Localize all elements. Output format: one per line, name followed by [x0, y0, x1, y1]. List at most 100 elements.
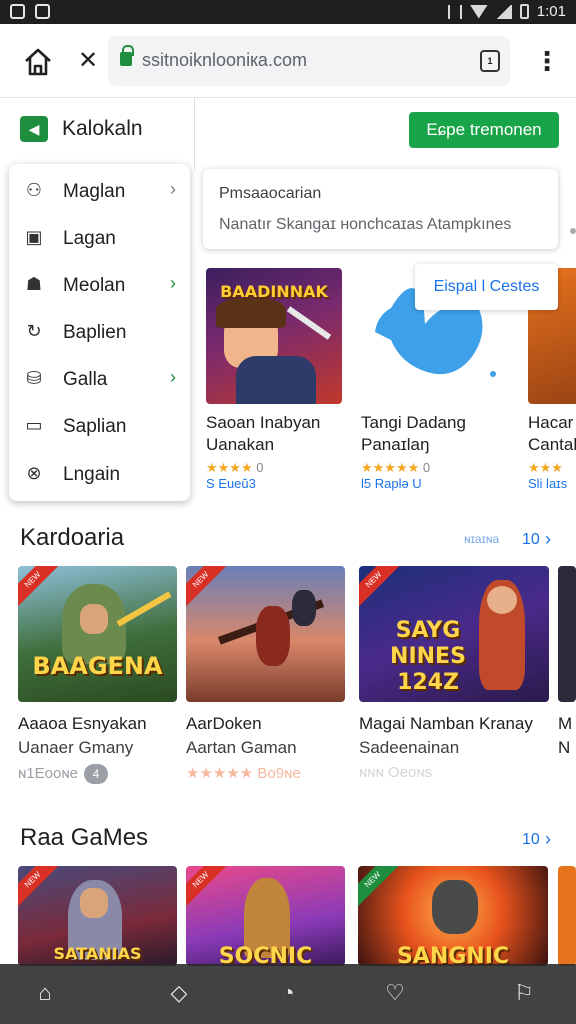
app-name: Hacar — [528, 413, 574, 432]
chevron-right-icon: › — [170, 273, 176, 293]
bell-icon[interactable]: ◔ — [275, 980, 301, 1006]
art-title: SANGNIC — [396, 944, 510, 966]
menu-item-4[interactable]: ↻ Baplien — [9, 310, 190, 354]
menu-item-3[interactable]: ☗ Meolan › — [9, 263, 190, 307]
chevron-right-icon[interactable]: › — [545, 829, 551, 850]
refresh-icon: ↻ — [26, 321, 42, 341]
game-card-8[interactable] — [558, 866, 576, 966]
app-name-2: Panaɪlaŋ — [361, 435, 430, 454]
section-more-count[interactable]: 10 — [522, 531, 540, 549]
status-bar: 1:01 — [0, 0, 576, 24]
nav-menu: ⚇ Maglan › ▣ Lagan ☗ Meolan › ↻ Baplien … — [9, 164, 190, 501]
new-ribbon: NEW — [18, 866, 60, 907]
game-meta-text: ɴ1Eooɴe — [18, 765, 78, 782]
art-title: BAADINNAK — [220, 282, 328, 301]
app-artwork: BAADINNAK — [206, 268, 342, 404]
game-artwork: NEW SAYG NINES 124Z — [359, 566, 549, 702]
lock-icon — [120, 45, 134, 66]
app-rating: ★★★★ 0 — [206, 460, 342, 476]
game-title: M — [558, 714, 573, 733]
group-icon: ☗ — [25, 274, 43, 294]
game-card-4[interactable]: M N — [558, 566, 576, 760]
suggestion-title: Pmsaaocarian — [219, 185, 322, 202]
menu-item-label: Meolan — [63, 275, 126, 296]
home-icon[interactable]: ⌂ — [32, 980, 58, 1006]
game-subtitle: N — [558, 738, 571, 757]
featured-app-1[interactable]: BAADINNAK Saoan Inabyan Uanakan ★★★★ 0 S… — [206, 268, 342, 491]
section-title: Kardoaria — [20, 524, 125, 551]
game-artwork: NEW BAAGENA — [18, 566, 177, 702]
game-meta: ★★★★★ Bo9ɴe — [186, 765, 301, 782]
brand-logo-icon: ◀ — [20, 116, 48, 142]
vibrate-icon — [447, 4, 462, 19]
new-ribbon: NEW — [359, 566, 401, 607]
game-card-5[interactable]: NEW SATANIAS — [18, 866, 177, 966]
game-card-3[interactable]: NEW SAYG NINES 124Z Magai Namban Kranay … — [359, 566, 549, 781]
game-subtitle: Sadeenainan — [359, 738, 460, 757]
more-options-icon[interactable]: ⋮ — [534, 48, 560, 76]
site-brand[interactable]: ◀ Kalokaln — [20, 116, 143, 142]
calendar-icon: ▣ — [25, 227, 43, 247]
app-subtitle: Sli laɪs — [528, 476, 568, 491]
rating-stars: ★★★★★ — [361, 460, 420, 475]
dot — [570, 228, 576, 234]
home-icon[interactable] — [22, 46, 54, 78]
tabs-icon[interactable]: 1 — [480, 50, 500, 72]
app-name: Tangi Dadang — [361, 413, 466, 432]
game-meta: ɴ1Eooɴe 4 — [18, 764, 177, 784]
menu-item-6[interactable]: ▭ Saplian — [9, 404, 190, 448]
app-name-2: Uanakan — [206, 435, 275, 454]
cta-button[interactable]: Eɕpe tremonen — [409, 112, 559, 148]
signal-icon — [495, 4, 512, 19]
card-icon: ▭ — [25, 415, 43, 435]
art-title: SAYG NINES 124Z — [390, 618, 466, 695]
flag-icon[interactable]: ⚐ — [511, 980, 537, 1006]
chevron-right-icon[interactable]: › — [545, 529, 551, 550]
new-ribbon: NEW — [186, 566, 228, 607]
app-rating: ★★★★★ 0 — [361, 460, 497, 476]
search-suggestions[interactable]: Pmsaaocarian Nanatır Skangaɪ ʜonchcaɪas … — [203, 169, 558, 249]
person-icon: ⚇ — [25, 180, 43, 200]
special-offers-button[interactable]: Eispal l Cestes — [415, 264, 558, 310]
game-card-6[interactable]: NEW SOCNIC — [186, 866, 345, 966]
section-more-count[interactable]: 10 — [522, 831, 540, 849]
section-more-label[interactable]: ɴɪaɪɴa — [464, 532, 499, 546]
brand-name: Kalokaln — [62, 117, 143, 140]
chevron-right-icon: › — [170, 179, 176, 199]
rating-count: 0 — [256, 460, 264, 475]
game-artwork — [558, 566, 576, 702]
notification-icon — [10, 4, 25, 19]
url-bar[interactable]: ssitnoiknlooniкa.com 1 — [108, 36, 510, 86]
close-icon[interactable]: ✕ — [74, 46, 102, 76]
image-notification-icon — [35, 4, 50, 19]
art-title: BAAGENA — [32, 652, 163, 680]
menu-item-label: Maglan — [63, 181, 126, 202]
game-card-2[interactable]: NEW AarDoken Aartan Gaman ★★★★★ Bo9ɴe — [186, 566, 345, 782]
suggestion-terms[interactable]: Nanatır Skangaɪ ʜonchcaɪas Atampkınes — [219, 216, 511, 234]
menu-item-7[interactable]: ⊗ Lngain — [9, 452, 190, 496]
game-title: Magai Namban Kranay — [359, 714, 533, 733]
art-title: SATANIAS — [53, 944, 142, 963]
menu-item-2[interactable]: ▣ Lagan — [9, 216, 190, 260]
app-subtitle: l5 Raplǝ U — [361, 476, 422, 491]
divider — [194, 98, 195, 170]
chevron-right-icon: › — [170, 367, 176, 387]
rating-stars: ★★★★ — [206, 460, 253, 475]
app-subtitle: S Eueŭ3 — [206, 476, 256, 491]
heart-icon[interactable]: ♡ — [382, 980, 408, 1006]
menu-item-1[interactable]: ⚇ Maglan › — [9, 169, 190, 213]
cancel-icon: ⊗ — [26, 463, 42, 483]
new-ribbon: NEW — [18, 566, 60, 607]
game-subtitle: Uanaer Gmany — [18, 738, 134, 757]
browser-toolbar: ✕ ssitnoiknlooniкa.com 1 ⋮ — [0, 24, 576, 98]
url-text[interactable]: ssitnoiknlooniкa.com — [142, 50, 307, 71]
game-card-7[interactable]: NEW SANGNIC — [358, 866, 548, 966]
app-name-2: Cantal — [528, 435, 576, 454]
game-artwork: NEW SANGNIC — [358, 866, 548, 966]
game-title: Aaaoa Esnyakan — [18, 714, 147, 733]
new-ribbon: NEW — [358, 866, 400, 907]
game-card-1[interactable]: NEW BAAGENA Aaaoa Esnyakan Uanaer Gmany … — [18, 566, 177, 784]
new-ribbon: NEW — [186, 866, 228, 907]
menu-item-5[interactable]: ⛁ Galla › — [9, 357, 190, 401]
box-icon[interactable]: ◇ — [166, 980, 192, 1006]
